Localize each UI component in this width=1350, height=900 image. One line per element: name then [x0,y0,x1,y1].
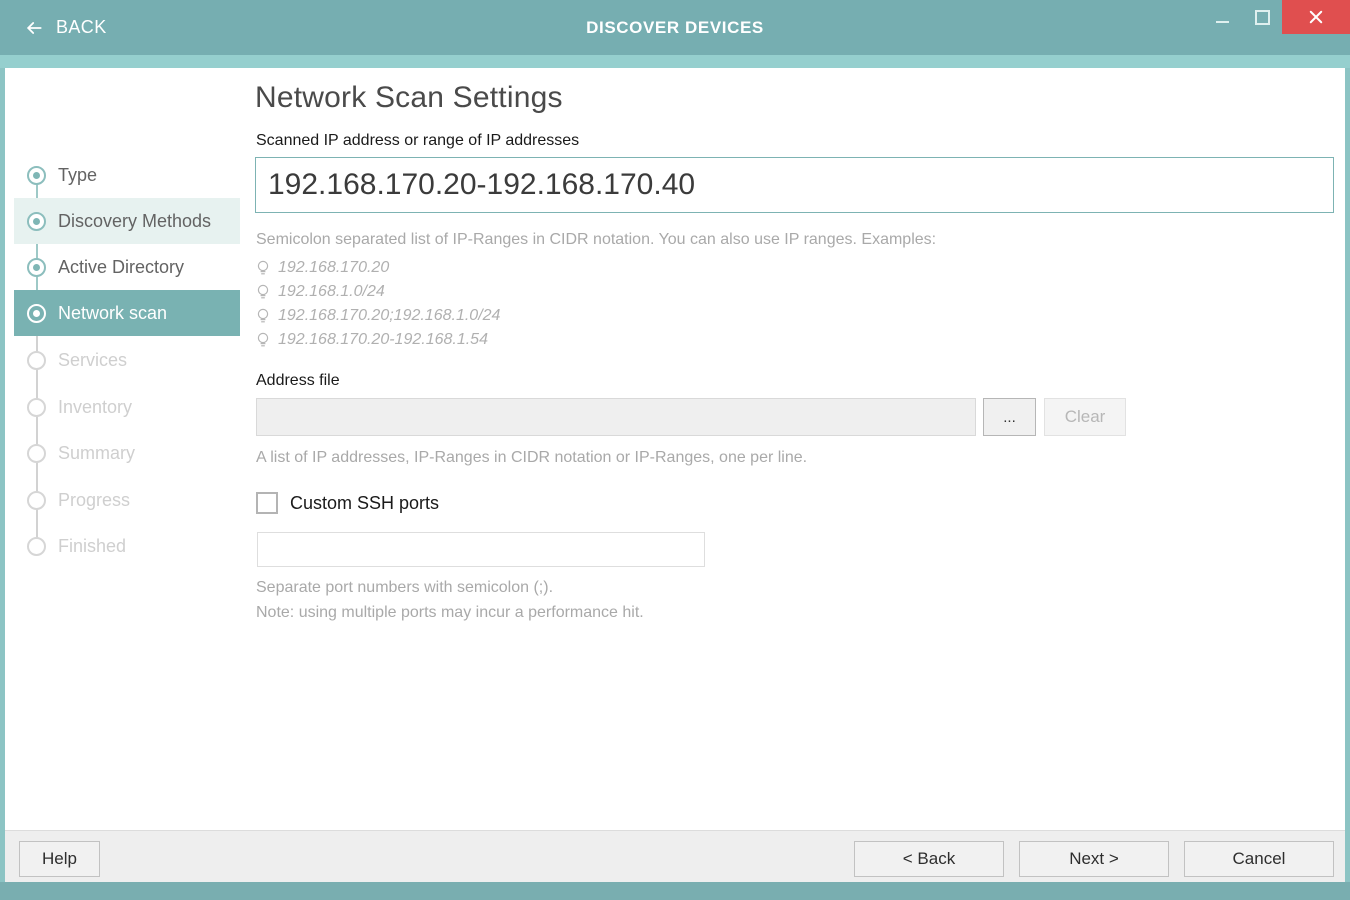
sidebar-item-network-scan[interactable]: Network scan [14,290,240,336]
minimize-button[interactable] [1202,0,1242,34]
address-file-label: Address file [256,372,340,390]
window-title: DISCOVER DEVICES [0,0,1350,55]
step-dot-icon [14,198,58,244]
list-item: 192.168.1.0/24 [256,280,500,304]
settings-pane: Network Scan Settings Scanned IP address… [255,68,1340,830]
step-dot-icon [14,384,58,430]
list-item: 192.168.170.20;192.168.1.0/24 [256,304,500,328]
step-dot-icon [14,477,58,523]
discover-devices-window: DISCOVER DEVICES BACK [0,0,1350,900]
custom-ssh-ports-checkbox[interactable] [256,492,278,514]
page-title: Network Scan Settings [255,81,563,115]
title-bar: DISCOVER DEVICES BACK [0,0,1350,55]
ip-range-hint: Semicolon separated list of IP-Ranges in… [256,231,936,249]
custom-ssh-ports-checkbox-row[interactable]: Custom SSH ports [256,492,439,514]
ssh-ports-input[interactable] [257,532,705,567]
back-button[interactable]: BACK [14,0,117,55]
address-file-input[interactable] [256,398,976,436]
footer-bar: Help < Back Next > Cancel [5,830,1345,882]
address-file-hint: A list of IP addresses, IP-Ranges in CID… [256,449,807,467]
ip-range-input[interactable] [255,157,1334,213]
maximize-icon [1255,10,1270,25]
cancel-button[interactable]: Cancel [1184,841,1334,877]
ip-range-label: Scanned IP address or range of IP addres… [256,132,579,150]
arrow-left-icon [24,18,44,38]
clear-button[interactable]: Clear [1044,398,1126,436]
list-item: 192.168.170.20 [256,256,500,280]
sidebar-item-label: Finished [58,536,126,557]
lightbulb-icon [256,283,270,301]
window-frame-bottom [0,882,1350,900]
custom-ssh-ports-label: Custom SSH ports [290,493,439,514]
next-button[interactable]: Next > [1019,841,1169,877]
lightbulb-icon [256,259,270,277]
example-text: 192.168.170.20 [278,259,389,277]
content-area: Type Discovery Methods Active Directory … [5,68,1345,830]
accent-strip [0,55,1350,68]
ip-examples-list: 192.168.170.20 192.168.1.0/24 [256,256,500,352]
maximize-button[interactable] [1242,0,1282,34]
example-text: 192.168.170.20;192.168.1.0/24 [278,307,500,325]
sidebar-item-label: Discovery Methods [58,211,211,232]
help-button[interactable]: Help [19,841,100,877]
step-dot-icon [14,290,58,336]
example-text: 192.168.1.0/24 [278,283,385,301]
sidebar-item-label: Type [58,165,97,186]
step-dot-icon [14,523,58,569]
sidebar-item-label: Summary [58,443,135,464]
sidebar-item-inventory[interactable]: Inventory [14,384,240,430]
sidebar-item-discovery-methods[interactable]: Discovery Methods [14,198,240,244]
lightbulb-icon [256,307,270,325]
sidebar-item-label: Services [58,350,127,371]
step-dot-icon [14,152,58,198]
close-button[interactable] [1282,0,1350,34]
sidebar-item-progress[interactable]: Progress [14,477,240,523]
back-nav-button[interactable]: < Back [854,841,1004,877]
browse-button[interactable]: ... [983,398,1036,436]
wizard-sidebar: Type Discovery Methods Active Directory … [5,68,240,830]
window-controls [1202,0,1350,34]
sidebar-item-services[interactable]: Services [14,337,240,383]
sidebar-item-label: Network scan [58,303,167,324]
sidebar-item-finished[interactable]: Finished [14,523,240,569]
sidebar-item-type[interactable]: Type [14,152,240,198]
window-frame-right [1345,68,1350,900]
ssh-hint-line1: Separate port numbers with semicolon (;)… [256,579,553,597]
minimize-icon [1216,21,1229,23]
step-dot-icon [14,337,58,383]
list-item: 192.168.170.20-192.168.1.54 [256,328,500,352]
sidebar-item-active-directory[interactable]: Active Directory [14,244,240,290]
ssh-hint-line2: Note: using multiple ports may incur a p… [256,604,644,622]
sidebar-item-label: Progress [58,490,130,511]
example-text: 192.168.170.20-192.168.1.54 [278,331,488,349]
sidebar-item-label: Active Directory [58,257,184,278]
lightbulb-icon [256,331,270,349]
back-button-label: BACK [56,17,107,38]
close-icon [1307,8,1325,26]
step-dot-icon [14,244,58,290]
step-dot-icon [14,430,58,476]
sidebar-item-summary[interactable]: Summary [14,430,240,476]
sidebar-item-label: Inventory [58,397,132,418]
